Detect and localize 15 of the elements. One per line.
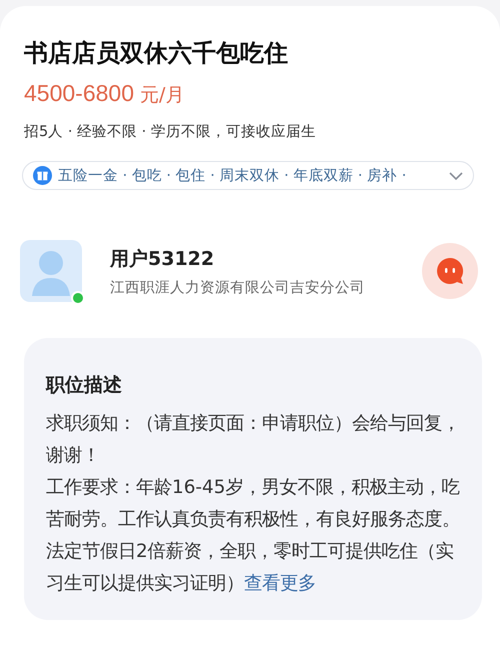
salary-unit: 元/月: [140, 84, 184, 106]
job-title: 书店店员双休六千包吃住: [24, 38, 289, 69]
benefits-bar[interactable]: 五险一金 · 包吃 · 包住 · 周末双休 · 年底双薪 · 房补 ·: [22, 161, 474, 190]
description-text: 求职须知：（请直接页面：申请职位）会给与回复，谢谢！: [46, 412, 461, 468]
salary: 4500-6800: [24, 80, 134, 106]
more-link[interactable]: 查看更多: [244, 573, 316, 594]
chevron-down-icon[interactable]: [449, 172, 463, 180]
section-heading: 职位描述: [46, 373, 123, 398]
company-name: 江西职涯人力资源有限公司吉安分公司: [110, 278, 366, 296]
benefits-text: 五险一金 · 包吃 · 包住 · 周末双休 · 年底双薪 · 房补 ·: [58, 166, 408, 185]
recruiter-name: 用户53122: [110, 246, 216, 272]
job-requirements: 招5人 · 经验不限 · 学历不限，可接收应届生: [24, 122, 317, 141]
gift-icon: [33, 166, 52, 185]
chat-icon: [435, 256, 465, 286]
description-text: 工作要求：年龄16-45岁，男女不限，积极主动，吃苦耐劳。工作认真负责有积极性，有良好服务态度。法定节假日2倍薪资，全职，零时工可提供吃住（实习生可以提供实习证明）查看更多: [46, 476, 461, 596]
